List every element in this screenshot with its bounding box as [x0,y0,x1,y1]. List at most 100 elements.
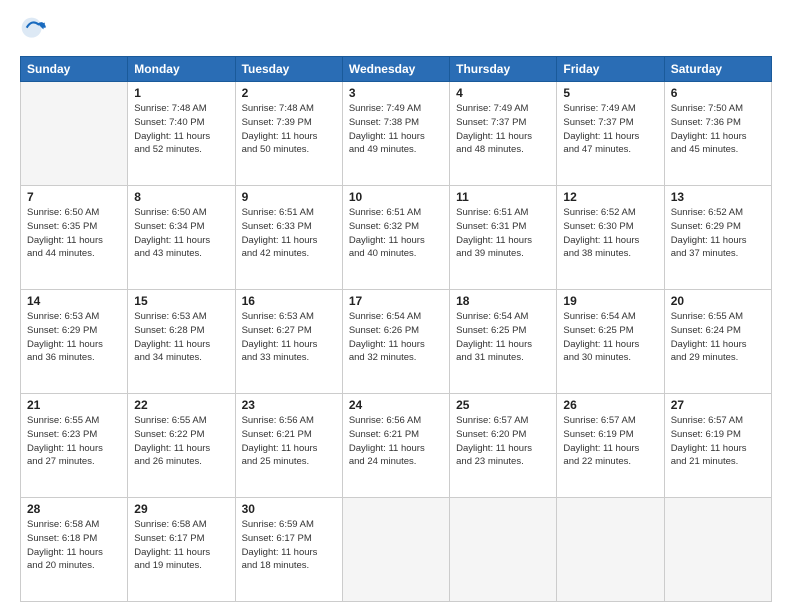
day-info: Sunrise: 6:50 AMSunset: 6:35 PMDaylight:… [27,206,121,261]
weekday-header-friday: Friday [557,57,664,82]
day-info: Sunrise: 6:55 AMSunset: 6:24 PMDaylight:… [671,310,765,365]
day-number: 2 [242,86,336,100]
day-number: 25 [456,398,550,412]
day-number: 13 [671,190,765,204]
calendar-cell [664,498,771,602]
day-number: 28 [27,502,121,516]
day-number: 6 [671,86,765,100]
calendar-cell: 27 Sunrise: 6:57 AMSunset: 6:19 PMDayligh… [664,394,771,498]
day-number: 9 [242,190,336,204]
calendar-cell: 23Sunrise: 6:56 AMSunset: 6:21 PMDayligh… [235,394,342,498]
calendar-cell: 6 Sunrise: 7:50 AMSunset: 7:36 PMDaylight… [664,82,771,186]
calendar-cell [557,498,664,602]
day-number: 1 [134,86,228,100]
calendar-cell: 20Sunrise: 6:55 AMSunset: 6:24 PMDayligh… [664,290,771,394]
day-number: 7 [27,190,121,204]
day-info: Sunrise: 6:57 AMSunset: 6:19 PMDaylight:… [671,414,765,469]
calendar-cell: 26 Sunrise: 6:57 AMSunset: 6:19 PMDayligh… [557,394,664,498]
calendar-cell: 30 Sunrise: 6:59 AMSunset: 6:17 PMDayligh… [235,498,342,602]
day-info: Sunrise: 6:50 AMSunset: 6:34 PMDaylight:… [134,206,228,261]
day-info: Sunrise: 6:53 AMSunset: 6:28 PMDaylight:… [134,310,228,365]
day-number: 10 [349,190,443,204]
day-info: Sunrise: 6:54 AMSunset: 6:25 PMDaylight:… [563,310,657,365]
calendar-cell: 15 Sunrise: 6:53 AMSunset: 6:28 PMDayligh… [128,290,235,394]
calendar-cell: 9 Sunrise: 6:51 AMSunset: 6:33 PMDaylight… [235,186,342,290]
day-info: Sunrise: 6:55 AMSunset: 6:22 PMDaylight:… [134,414,228,469]
calendar-cell: 21 Sunrise: 6:55 AMSunset: 6:23 PMDayligh… [21,394,128,498]
day-info: Sunrise: 6:53 AMSunset: 6:27 PMDaylight:… [242,310,336,365]
day-number: 15 [134,294,228,308]
day-number: 17 [349,294,443,308]
day-info: Sunrise: 6:55 AMSunset: 6:23 PMDaylight:… [27,414,121,469]
day-number: 18 [456,294,550,308]
day-info: Sunrise: 7:48 AMSunset: 7:39 PMDaylight:… [242,102,336,157]
calendar-cell: 12 Sunrise: 6:52 AMSunset: 6:30 PMDayligh… [557,186,664,290]
weekday-header-saturday: Saturday [664,57,771,82]
week-row-4: 21 Sunrise: 6:55 AMSunset: 6:23 PMDayligh… [21,394,772,498]
day-number: 4 [456,86,550,100]
day-number: 16 [242,294,336,308]
calendar-cell: 22 Sunrise: 6:55 AMSunset: 6:22 PMDayligh… [128,394,235,498]
day-number: 29 [134,502,228,516]
weekday-header-monday: Monday [128,57,235,82]
day-number: 23 [242,398,336,412]
calendar-cell: 7 Sunrise: 6:50 AMSunset: 6:35 PMDaylight… [21,186,128,290]
calendar-cell: 19Sunrise: 6:54 AMSunset: 6:25 PMDayligh… [557,290,664,394]
day-number: 21 [27,398,121,412]
calendar-cell [342,498,449,602]
day-number: 24 [349,398,443,412]
day-info: Sunrise: 6:54 AMSunset: 6:26 PMDaylight:… [349,310,443,365]
day-info: Sunrise: 7:49 AMSunset: 7:38 PMDaylight:… [349,102,443,157]
day-info: Sunrise: 6:57 AMSunset: 6:20 PMDaylight:… [456,414,550,469]
day-info: Sunrise: 6:59 AMSunset: 6:17 PMDaylight:… [242,518,336,573]
day-info: Sunrise: 6:56 AMSunset: 6:21 PMDaylight:… [349,414,443,469]
day-info: Sunrise: 6:51 AMSunset: 6:33 PMDaylight:… [242,206,336,261]
calendar-cell: 18 Sunrise: 6:54 AMSunset: 6:25 PMDayligh… [450,290,557,394]
calendar-cell: 5 Sunrise: 7:49 AMSunset: 7:37 PMDaylight… [557,82,664,186]
day-number: 3 [349,86,443,100]
week-row-5: 28 Sunrise: 6:58 AMSunset: 6:18 PMDayligh… [21,498,772,602]
calendar-cell: 4 Sunrise: 7:49 AMSunset: 7:37 PMDaylight… [450,82,557,186]
day-info: Sunrise: 6:54 AMSunset: 6:25 PMDaylight:… [456,310,550,365]
day-info: Sunrise: 6:53 AMSunset: 6:29 PMDaylight:… [27,310,121,365]
day-info: Sunrise: 6:58 AMSunset: 6:18 PMDaylight:… [27,518,121,573]
page: SundayMondayTuesdayWednesdayThursdayFrid… [0,0,792,612]
day-info: Sunrise: 7:49 AMSunset: 7:37 PMDaylight:… [456,102,550,157]
day-info: Sunrise: 7:48 AMSunset: 7:40 PMDaylight:… [134,102,228,157]
day-number: 5 [563,86,657,100]
day-info: Sunrise: 6:58 AMSunset: 6:17 PMDaylight:… [134,518,228,573]
day-number: 8 [134,190,228,204]
day-number: 12 [563,190,657,204]
day-number: 27 [671,398,765,412]
calendar-cell: 24 Sunrise: 6:56 AMSunset: 6:21 PMDayligh… [342,394,449,498]
weekday-header-row: SundayMondayTuesdayWednesdayThursdayFrid… [21,57,772,82]
calendar-cell: 17 Sunrise: 6:54 AMSunset: 6:26 PMDayligh… [342,290,449,394]
day-info: Sunrise: 7:50 AMSunset: 7:36 PMDaylight:… [671,102,765,157]
day-info: Sunrise: 6:52 AMSunset: 6:30 PMDaylight:… [563,206,657,261]
calendar-cell: 2 Sunrise: 7:48 AMSunset: 7:39 PMDaylight… [235,82,342,186]
calendar-table: SundayMondayTuesdayWednesdayThursdayFrid… [20,56,772,602]
calendar-cell [21,82,128,186]
day-info: Sunrise: 7:49 AMSunset: 7:37 PMDaylight:… [563,102,657,157]
day-number: 26 [563,398,657,412]
calendar-cell: 16 Sunrise: 6:53 AMSunset: 6:27 PMDayligh… [235,290,342,394]
calendar-cell: 11 Sunrise: 6:51 AMSunset: 6:31 PMDayligh… [450,186,557,290]
calendar-cell: 3 Sunrise: 7:49 AMSunset: 7:38 PMDaylight… [342,82,449,186]
day-number: 11 [456,190,550,204]
calendar-cell: 14 Sunrise: 6:53 AMSunset: 6:29 PMDayligh… [21,290,128,394]
week-row-3: 14 Sunrise: 6:53 AMSunset: 6:29 PMDayligh… [21,290,772,394]
weekday-header-sunday: Sunday [21,57,128,82]
day-number: 14 [27,294,121,308]
calendar-cell: 1 Sunrise: 7:48 AMSunset: 7:40 PMDaylight… [128,82,235,186]
weekday-header-thursday: Thursday [450,57,557,82]
day-info: Sunrise: 6:57 AMSunset: 6:19 PMDaylight:… [563,414,657,469]
calendar-cell: 28 Sunrise: 6:58 AMSunset: 6:18 PMDayligh… [21,498,128,602]
day-number: 30 [242,502,336,516]
day-number: 22 [134,398,228,412]
logo [20,16,54,46]
calendar-cell: 13Sunrise: 6:52 AMSunset: 6:29 PMDayligh… [664,186,771,290]
day-info: Sunrise: 6:51 AMSunset: 6:31 PMDaylight:… [456,206,550,261]
logo-icon [20,16,50,46]
calendar-cell: 10Sunrise: 6:51 AMSunset: 6:32 PMDayligh… [342,186,449,290]
calendar-cell: 8 Sunrise: 6:50 AMSunset: 6:34 PMDaylight… [128,186,235,290]
